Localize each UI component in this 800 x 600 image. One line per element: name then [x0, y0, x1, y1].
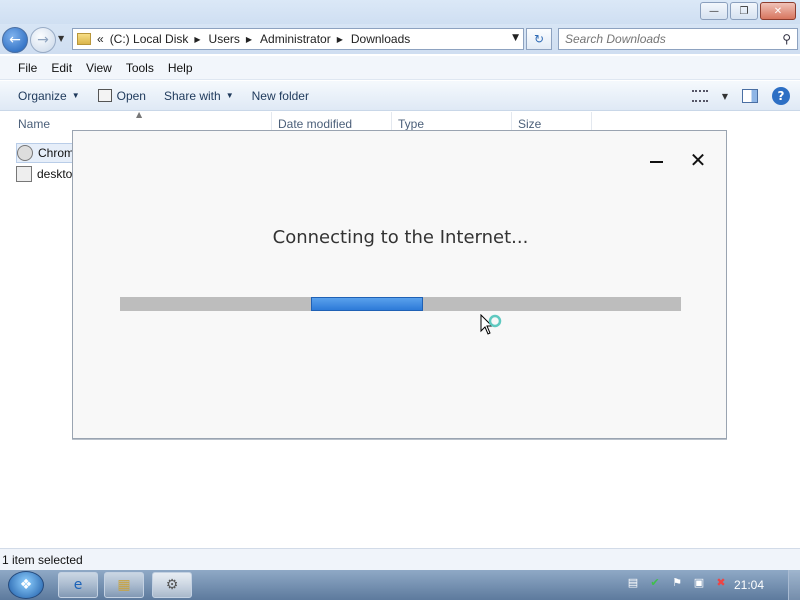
chrome-installer-icon: ⚙	[165, 577, 179, 593]
windows-explorer-icon: ▦	[117, 577, 131, 593]
status-bar: 1 item selected	[0, 548, 800, 570]
menu-help[interactable]: Help	[168, 61, 193, 75]
command-bar: Organize ▼ Open Share with ▼ New folder …	[0, 81, 800, 111]
address-row: ← → ▼ « (C:) Local Disk ▶ Users ▶ Admini…	[0, 24, 800, 54]
help-icon[interactable]: ?	[772, 87, 790, 105]
refresh-button[interactable]: ↻	[526, 28, 552, 50]
open-button[interactable]: Open	[97, 88, 146, 103]
close-button[interactable]: ✕	[760, 2, 796, 20]
search-icon[interactable]: ⚲	[782, 32, 791, 46]
breadcrumb-downloads[interactable]: Downloads	[351, 32, 410, 46]
toolbar-right: ▼ ?	[691, 87, 790, 105]
connecting-message: Connecting to the Internet...	[272, 227, 529, 248]
forward-button[interactable]: →	[30, 27, 56, 53]
list-item[interactable]: Chrom	[16, 143, 80, 163]
chevron-right-icon[interactable]: ▶	[246, 35, 252, 44]
action-center-icon[interactable]: ▤	[626, 576, 640, 589]
file-name: Chrom	[38, 146, 75, 160]
clock[interactable]: 21:04	[734, 570, 764, 600]
busy-cursor-icon	[480, 314, 502, 335]
share-with-label: Share with	[163, 88, 221, 103]
maximize-button[interactable]: ❐	[730, 2, 758, 20]
windows-logo-icon: ❖	[19, 577, 33, 593]
preview-pane-icon[interactable]	[742, 89, 758, 103]
chrome-installer-icon	[17, 145, 33, 161]
organize-label: Organize	[18, 88, 67, 103]
change-view-icon[interactable]	[691, 90, 708, 102]
search-input[interactable]	[565, 32, 765, 46]
chevron-right-icon[interactable]: ▶	[194, 35, 200, 44]
dialog-minimize-button[interactable]	[647, 153, 667, 171]
recent-pages-dropdown[interactable]: ▼	[58, 34, 64, 43]
organize-button[interactable]: Organize ▼	[18, 89, 80, 103]
volume-muted-icon[interactable]: ✖	[714, 576, 728, 589]
network-icon[interactable]: ▣	[692, 576, 706, 589]
start-button[interactable]: ❖	[8, 571, 44, 599]
refresh-icon: ↻	[533, 32, 545, 46]
menu-file[interactable]: File	[18, 61, 37, 75]
status-text: 1 item selected	[2, 553, 83, 567]
taskbar-chrome-installer[interactable]: ⚙	[152, 572, 192, 598]
progress-bar	[120, 297, 681, 311]
share-with-button[interactable]: Share with ▼	[164, 89, 234, 103]
menu-bar: File Edit View Tools Help	[0, 56, 800, 80]
chevron-down-icon[interactable]: ▼	[722, 92, 728, 101]
folder-icon	[77, 33, 91, 45]
chevron-right-icon[interactable]: ▶	[337, 35, 343, 44]
breadcrumb-overflow[interactable]: «	[97, 32, 104, 46]
search-box[interactable]: ⚲	[558, 28, 798, 50]
notification-area: ▤ ✔ ⚑ ▣ ✖	[626, 576, 728, 589]
taskbar-internet-explorer[interactable]: e	[58, 572, 98, 598]
chevron-down-icon: ▼	[71, 91, 80, 100]
back-arrow-icon: ←	[9, 32, 21, 48]
breadcrumb-administrator[interactable]: Administrator	[260, 32, 331, 46]
window-controls: — ❐ ✕	[700, 2, 796, 20]
address-bar[interactable]: « (C:) Local Disk ▶ Users ▶ Administrato…	[72, 28, 524, 50]
chevron-down-icon[interactable]: ▼	[512, 33, 519, 43]
back-button[interactable]: ←	[2, 27, 28, 53]
open-file-icon	[97, 89, 112, 102]
breadcrumb-local-disk[interactable]: (C:) Local Disk	[110, 32, 189, 46]
open-label: Open	[116, 88, 146, 103]
list-item[interactable]: deskto	[16, 164, 72, 184]
chevron-down-icon: ▼	[225, 91, 234, 100]
menu-view[interactable]: View	[86, 61, 112, 75]
settings-file-icon	[16, 166, 32, 182]
internet-explorer-icon: e	[73, 577, 83, 593]
minimize-button[interactable]: —	[700, 2, 728, 20]
new-folder-label: New folder	[251, 88, 309, 103]
taskbar: ❖ e ▦ ⚙ ▤ ✔ ⚑ ▣ ✖ 21:04	[0, 570, 800, 600]
menu-tools[interactable]: Tools	[126, 61, 154, 75]
file-name: deskto	[37, 167, 73, 181]
dialog-close-button[interactable]: ✕	[687, 149, 709, 171]
window-titlebar: — ❐ ✕	[0, 0, 800, 24]
security-icon[interactable]: ✔	[648, 576, 662, 589]
forward-arrow-icon: →	[37, 32, 49, 48]
breadcrumb-users[interactable]: Users	[209, 32, 240, 46]
taskbar-windows-explorer[interactable]: ▦	[104, 572, 144, 598]
flag-icon[interactable]: ⚑	[670, 576, 684, 589]
progress-indicator	[311, 297, 423, 311]
installer-dialog: ✕ Connecting to the Internet...	[72, 130, 727, 439]
show-desktop-button[interactable]	[788, 570, 800, 600]
new-folder-button[interactable]: New folder	[252, 89, 309, 103]
menu-edit[interactable]: Edit	[51, 61, 72, 75]
